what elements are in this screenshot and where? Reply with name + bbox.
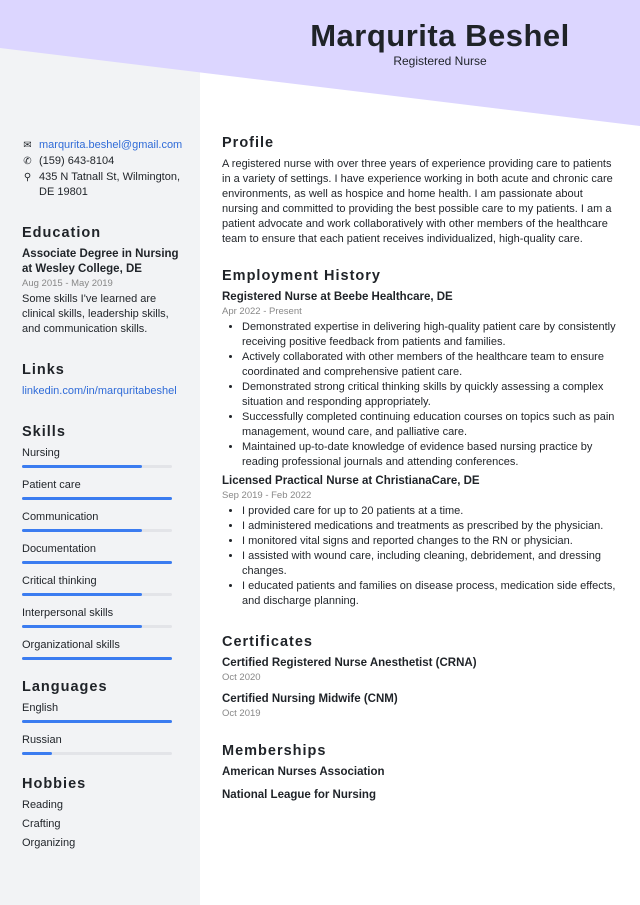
level-bar: [22, 625, 172, 628]
level-fill: [22, 720, 172, 723]
job-bullet: I educated patients and families on dise…: [242, 579, 620, 609]
employment-heading: Employment History: [222, 268, 381, 284]
skills-name: Interpersonal skills: [22, 607, 114, 619]
hobby: Crafting: [22, 818, 61, 830]
job-bullet: Maintained up-to-date knowledge of evide…: [242, 440, 620, 470]
hobby: Organizing: [22, 837, 76, 849]
phone-icon: ✆: [23, 156, 32, 167]
languages-item: Russian: [22, 733, 182, 755]
job-dates: Sep 2019 - Feb 2022: [222, 490, 312, 501]
profile-heading: Profile: [222, 135, 275, 151]
linkedin-link[interactable]: linkedin.com/in/marquritabeshel: [22, 385, 177, 397]
job: Registered Nurse at Beebe Healthcare, DE…: [222, 290, 620, 470]
job-bullet: I monitored vital signs and reported cha…: [242, 534, 620, 549]
level-bar: [22, 529, 172, 532]
profile-text: A registered nurse with over three years…: [222, 158, 613, 245]
skills-item: Communication: [22, 510, 182, 532]
level-bar: [22, 465, 172, 468]
level-fill: [22, 657, 172, 660]
level-bar: [22, 561, 172, 564]
envelope-icon: ✉: [23, 140, 32, 151]
job-bullet: Demonstrated strong critical thinking sk…: [242, 380, 620, 410]
level-bar: [22, 720, 172, 723]
languages-heading: Languages: [22, 679, 108, 695]
level-fill: [22, 561, 172, 564]
job-bullets: Demonstrated expertise in delivering hig…: [222, 320, 620, 470]
skills-heading: Skills: [22, 424, 66, 440]
job-bullet: I assisted with wound care, including cl…: [242, 549, 620, 579]
job-bullet: I administered medications and treatment…: [242, 519, 620, 534]
location-pin-icon: ⚲: [23, 172, 32, 183]
skills-list: Nursing Patient care Communication Docum…: [22, 446, 182, 660]
skills-item: Patient care: [22, 478, 182, 500]
certificate-date: Oct 2020: [222, 672, 261, 683]
jobs-list: Registered Nurse at Beebe Healthcare, DE…: [222, 290, 620, 609]
skills-item: Organizational skills: [22, 638, 182, 660]
job-title: Registered Nurse at Beebe Healthcare, DE: [222, 291, 453, 303]
candidate-title: Registered Nurse: [393, 54, 487, 68]
level-fill: [22, 497, 172, 500]
certificate-name: Certified Registered Nurse Anesthetist (…: [222, 657, 477, 669]
skills-item: Critical thinking: [22, 574, 182, 596]
membership: National League for Nursing: [222, 789, 376, 801]
job-bullet: Actively collaborated with other members…: [242, 350, 620, 380]
education-heading: Education: [22, 225, 102, 241]
languages-list: English Russian: [22, 701, 182, 755]
level-fill: [22, 752, 52, 755]
level-fill: [22, 593, 142, 596]
job-dates: Apr 2022 - Present: [222, 306, 302, 317]
skills-name: Nursing: [22, 447, 60, 459]
job-bullet: Successfully completed continuing educat…: [242, 410, 620, 440]
hobbies-heading: Hobbies: [22, 776, 87, 792]
level-bar: [22, 593, 172, 596]
sidebar: ✉ marqurita.beshel@gmail.com ✆ (159) 643-8…: [22, 138, 182, 851]
education-dates: Aug 2015 - May 2019: [22, 278, 113, 289]
degree: Associate Degree in Nursing at Wesley Co…: [22, 248, 179, 275]
phone: (159) 643-8104: [39, 155, 115, 167]
languages-item: English: [22, 701, 182, 723]
job-bullet: I provided care for up to 20 patients at…: [242, 504, 620, 519]
skills-name: Patient care: [22, 479, 81, 491]
address: 435 N Tatnall St, Wilmington, DE 19801: [39, 171, 181, 198]
level-fill: [22, 625, 142, 628]
skills-name: Organizational skills: [22, 639, 120, 651]
level-fill: [22, 465, 142, 468]
languages-name: English: [22, 702, 59, 714]
email-link[interactable]: marqurita.beshel@gmail.com: [39, 138, 182, 153]
languages-name: Russian: [22, 734, 62, 746]
skills-item: Nursing: [22, 446, 182, 468]
skills-name: Critical thinking: [22, 575, 97, 587]
certificate-date: Oct 2019: [222, 708, 261, 719]
level-bar: [22, 657, 172, 660]
hobby: Reading: [22, 799, 63, 811]
job-bullet: Demonstrated expertise in delivering hig…: [242, 320, 620, 350]
main-content: Profile A registered nurse with over thr…: [222, 136, 620, 803]
candidate-name: Marqurita Beshel: [310, 18, 570, 53]
skills-name: Communication: [22, 511, 99, 523]
level-bar: [22, 497, 172, 500]
job: Licensed Practical Nurse at ChristianaCa…: [222, 474, 620, 609]
certificate-name: Certified Nursing Midwife (CNM): [222, 693, 398, 705]
education-desc: Some skills I've learned are clinical sk…: [22, 293, 169, 335]
skills-item: Documentation: [22, 542, 182, 564]
skills-item: Interpersonal skills: [22, 606, 182, 628]
job-title: Licensed Practical Nurse at ChristianaCa…: [222, 475, 480, 487]
level-fill: [22, 529, 142, 532]
memberships-heading: Memberships: [222, 743, 327, 759]
membership: American Nurses Association: [222, 766, 385, 778]
certificates-heading: Certificates: [222, 634, 313, 650]
job-bullets: I provided care for up to 20 patients at…: [222, 504, 620, 609]
skills-name: Documentation: [22, 543, 96, 555]
links-heading: Links: [22, 362, 65, 378]
level-bar: [22, 752, 172, 755]
